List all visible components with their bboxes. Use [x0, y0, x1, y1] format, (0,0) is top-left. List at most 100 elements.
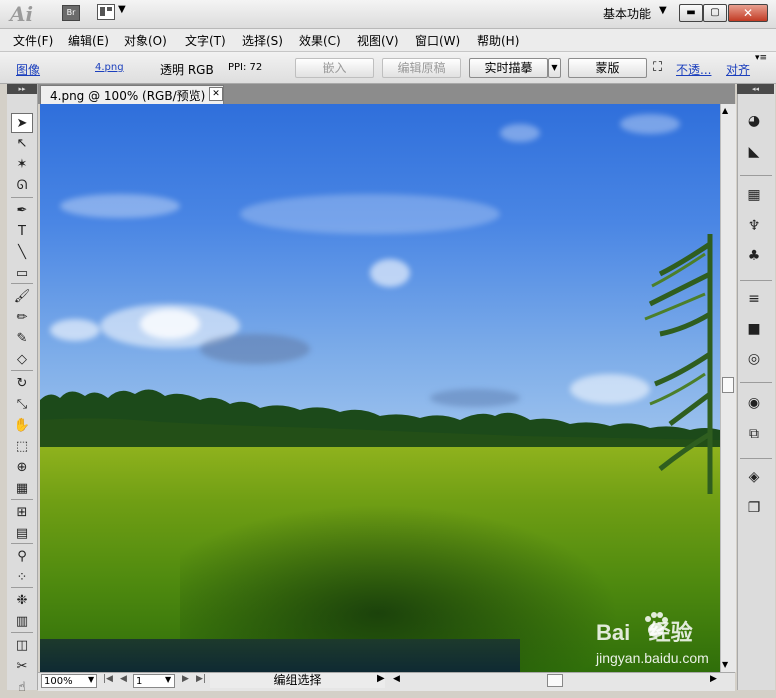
horizontal-scroll-thumb[interactable]	[547, 674, 563, 687]
tree-foliage	[644, 234, 713, 494]
panel-menu-icon[interactable]: ▾≡	[755, 53, 767, 63]
live-trace-button[interactable]: 实时描摹	[469, 58, 548, 78]
arrange-documents-dropdown-arrow[interactable]: ▼	[118, 4, 126, 15]
arrange-documents-icon[interactable]	[97, 4, 115, 20]
mask-button[interactable]: 蒙版	[568, 58, 647, 78]
menu-type[interactable]: 文字(T)	[185, 32, 226, 49]
next-artboard-icon[interactable]: ▶	[182, 674, 189, 684]
symbol-sprayer-icon[interactable]: ❉	[11, 591, 33, 611]
panel-dock-collapse-icon[interactable]: ◂◂	[737, 84, 774, 94]
ppi-label: PPI: 72	[228, 62, 263, 73]
scroll-left-arrow-icon[interactable]: ◀	[393, 674, 400, 684]
menu-effect[interactable]: 效果(C)	[299, 32, 341, 49]
lasso-icon[interactable]: ᘏ	[11, 176, 33, 196]
line-icon[interactable]: ╲	[11, 243, 33, 263]
hand-icon[interactable]: ☝	[11, 678, 33, 698]
type-icon[interactable]: T	[11, 222, 33, 242]
panel-separator	[740, 458, 772, 459]
tool-separator	[11, 632, 33, 633]
column-graph-icon[interactable]: ▥	[11, 612, 33, 632]
rotate-icon[interactable]: ↻	[11, 374, 33, 394]
linked-file-name[interactable]: 4.png	[95, 62, 124, 73]
gradient-icon[interactable]: ▤	[11, 524, 33, 544]
direct-selection-icon[interactable]: ↖	[11, 134, 33, 154]
close-window-button[interactable]: ✕	[728, 4, 768, 22]
perspective-grid-icon[interactable]: ▦	[11, 479, 33, 499]
pencil-icon[interactable]: ✏	[11, 308, 33, 328]
vertical-scroll-thumb[interactable]	[722, 377, 734, 393]
menu-file[interactable]: 文件(F)	[13, 32, 53, 49]
swatches-icon[interactable]: ▦	[743, 184, 765, 206]
menu-help[interactable]: 帮助(H)	[477, 32, 519, 49]
workspace-dropdown-arrow[interactable]: ▼	[659, 5, 667, 16]
tool-separator	[11, 543, 33, 544]
menu-select[interactable]: 选择(S)	[242, 32, 283, 49]
rectangle-icon[interactable]: ▭	[11, 264, 33, 284]
gradient-panel-icon[interactable]: ■	[743, 318, 765, 340]
symbols-icon[interactable]: ♣	[743, 245, 765, 267]
free-transform-icon[interactable]: ⬚	[11, 437, 33, 457]
slice-icon[interactable]: ✂	[11, 657, 33, 677]
tool-separator	[11, 587, 33, 588]
color-mode-label: 透明 RGB	[160, 63, 214, 77]
watermark-brand: Bai 经验	[596, 620, 693, 645]
scale-icon[interactable]: ⤡	[11, 395, 33, 415]
scroll-right-arrow-icon[interactable]: ▶	[710, 674, 717, 684]
magic-wand-icon[interactable]: ✶	[11, 155, 33, 175]
brushes-icon[interactable]: ♆	[743, 215, 765, 237]
close-document-icon[interactable]: ✕	[209, 87, 223, 101]
previous-artboard-icon[interactable]: ◀	[120, 674, 127, 684]
artboard-icon[interactable]: ◫	[11, 636, 33, 656]
treeline	[40, 389, 720, 456]
layers-icon[interactable]: ◈	[743, 466, 765, 488]
minimize-button[interactable]: ▬	[679, 4, 703, 22]
menu-window[interactable]: 窗口(W)	[415, 32, 460, 49]
document-tab-label: 4.png @ 100% (RGB/预览)	[50, 89, 206, 103]
artboards-panel-icon[interactable]: ❐	[743, 497, 765, 519]
panel-separator	[740, 280, 772, 281]
object-type-link[interactable]: 图像	[16, 61, 40, 78]
align-link[interactable]: 对齐	[726, 61, 750, 78]
opacity-link[interactable]: 不透...	[676, 61, 711, 78]
artboard-dropdown-arrow-icon[interactable]: ▼	[165, 675, 171, 684]
blob-brush-icon[interactable]: ✎	[11, 329, 33, 349]
selection-icon[interactable]: ➤	[11, 113, 33, 133]
transform-reference-icon[interactable]: ⛶	[653, 60, 662, 75]
menu-view[interactable]: 视图(V)	[357, 32, 399, 49]
status-menu-arrow-icon[interactable]: ▶	[377, 673, 385, 684]
shape-builder-icon[interactable]: ⊕	[11, 458, 33, 478]
menu-object[interactable]: 对象(O)	[124, 32, 167, 49]
last-artboard-icon[interactable]: ▶|	[196, 674, 206, 684]
tool-separator	[11, 499, 33, 500]
workspace-switcher[interactable]: 基本功能	[603, 5, 651, 22]
color-guide-icon[interactable]: ◣	[743, 141, 765, 163]
color-panel-icon[interactable]: ◕	[743, 110, 765, 132]
maximize-button[interactable]: ▢	[703, 4, 727, 22]
trace-options-dropdown[interactable]: ▼	[548, 58, 561, 78]
bridge-button[interactable]: Br	[62, 5, 80, 21]
menu-edit[interactable]: 编辑(E)	[68, 32, 109, 49]
blend-icon[interactable]: ⁘	[11, 568, 33, 588]
zoom-dropdown-arrow-icon[interactable]: ▼	[88, 675, 94, 684]
embed-button[interactable]: 嵌入	[295, 58, 374, 78]
graphic-styles-icon[interactable]: ⧉	[743, 423, 765, 445]
scroll-down-arrow-icon[interactable]: ▼	[722, 660, 728, 669]
artboard-canvas[interactable]: Bai 经验 jingyan.baidu.com	[40, 104, 720, 672]
appearance-icon[interactable]: ◉	[743, 392, 765, 414]
tools-panel-collapse-icon[interactable]: ▸▸	[7, 84, 37, 94]
paintbrush-icon[interactable]: 🖌	[11, 287, 33, 307]
first-artboard-icon[interactable]: |◀	[103, 674, 113, 684]
scroll-up-arrow-icon[interactable]: ▲	[722, 106, 728, 115]
panel-separator	[740, 175, 772, 176]
transparency-icon[interactable]: ◎	[743, 348, 765, 370]
menu-bar: 文件(F) 编辑(E) 对象(O) 文字(T) 选择(S) 效果(C) 视图(V…	[0, 29, 776, 52]
edit-original-button[interactable]: 编辑原稿	[382, 58, 461, 78]
eyedropper-icon[interactable]: ⚲	[11, 547, 33, 567]
tool-separator	[11, 197, 33, 198]
mesh-icon[interactable]: ⊞	[11, 503, 33, 523]
stroke-icon[interactable]: ≡	[743, 288, 765, 310]
status-text[interactable]: 编组选择	[210, 673, 385, 688]
warp-icon[interactable]: ✋	[11, 416, 33, 436]
pen-icon[interactable]: ✒	[11, 201, 33, 221]
eraser-icon[interactable]: ◇	[11, 350, 33, 370]
